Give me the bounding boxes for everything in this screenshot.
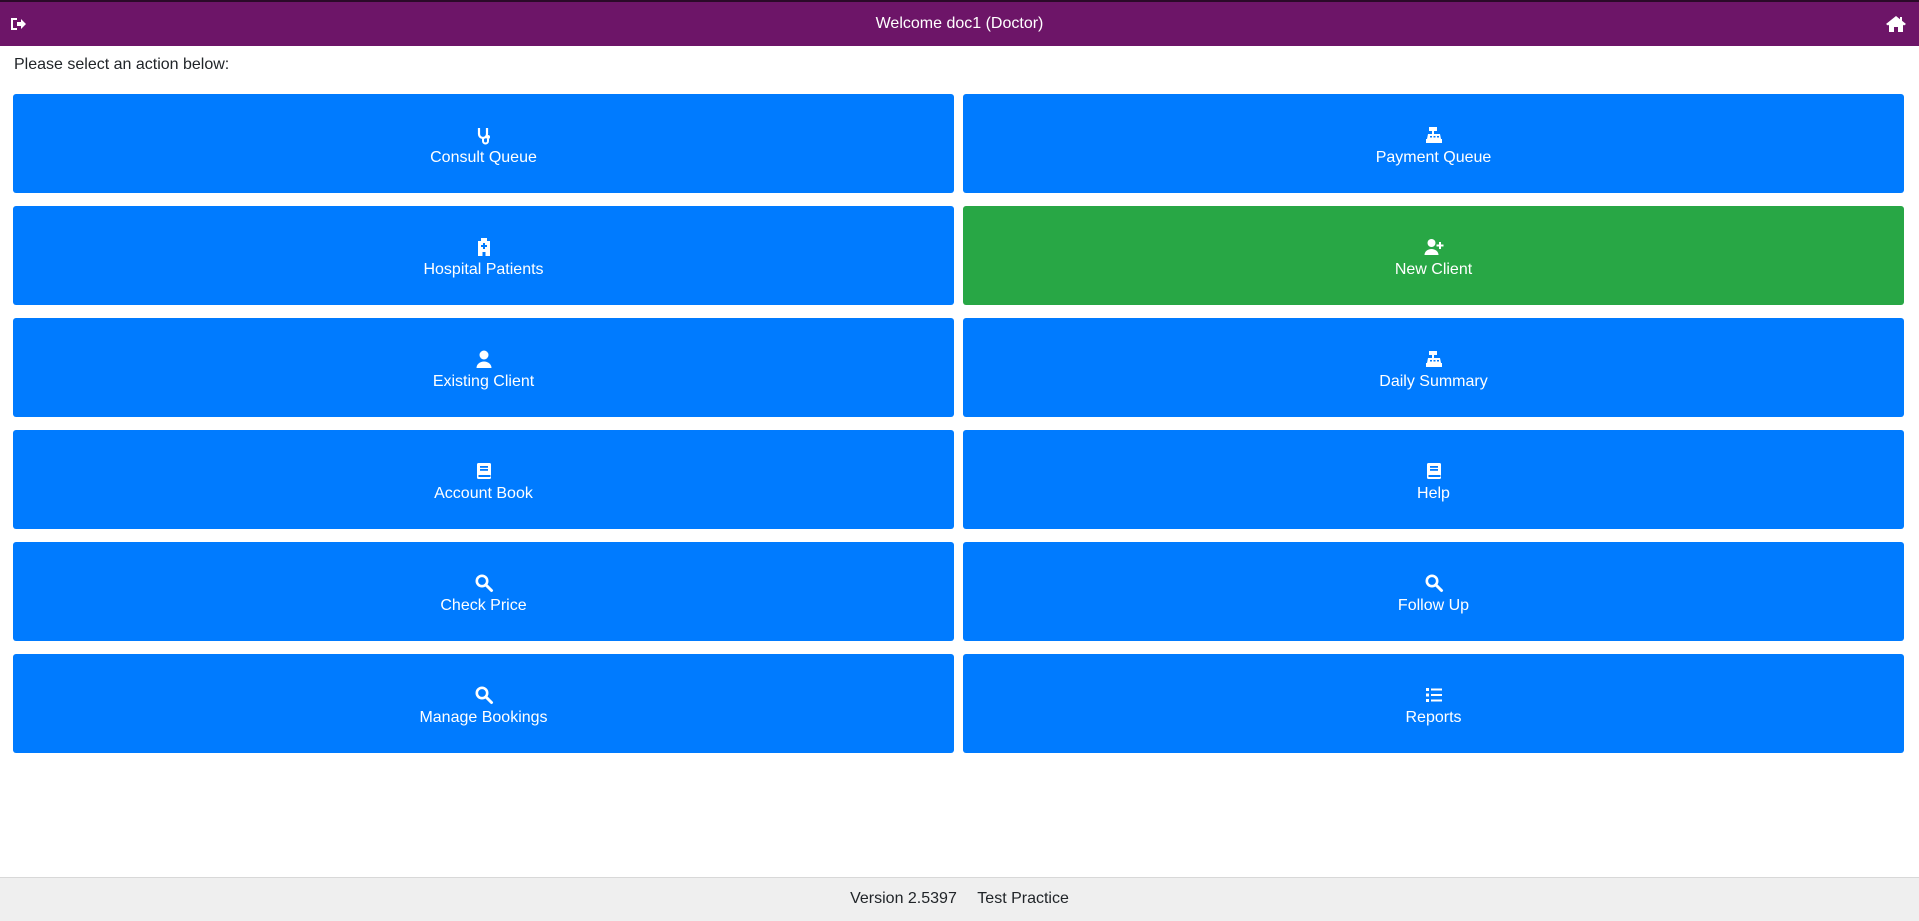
manage-bookings-label: Manage Bookings	[419, 709, 548, 726]
consult-queue-label: Consult Queue	[430, 149, 537, 166]
cash-register-icon	[1424, 349, 1444, 369]
daily-summary-button[interactable]: Daily Summary	[963, 318, 1904, 417]
consult-queue-button[interactable]: Consult Queue	[13, 94, 954, 193]
book-icon	[1424, 461, 1444, 481]
list-icon	[1424, 685, 1444, 705]
payment-queue-button[interactable]: Payment Queue	[963, 94, 1904, 193]
cash-register-icon	[1424, 125, 1444, 145]
help-button[interactable]: Help	[963, 430, 1904, 529]
stethoscope-icon	[474, 125, 494, 145]
check-price-button[interactable]: Check Price	[13, 542, 954, 641]
home-icon[interactable]	[1885, 14, 1907, 34]
manage-bookings-button[interactable]: Manage Bookings	[13, 654, 954, 753]
account-book-button[interactable]: Account Book	[13, 430, 954, 529]
new-client-button[interactable]: New Client	[963, 206, 1904, 305]
welcome-title: Welcome doc1 (Doctor)	[875, 15, 1044, 32]
user-icon	[474, 349, 494, 369]
reports-label: Reports	[1405, 709, 1462, 726]
version-text: Version 2.5397	[850, 890, 957, 907]
existing-client-label: Existing Client	[432, 373, 535, 390]
search-icon	[1424, 573, 1444, 593]
reports-button[interactable]: Reports	[963, 654, 1904, 753]
check-price-label: Check Price	[440, 597, 527, 614]
footer: Version 2.5397 Test Practice	[0, 877, 1919, 921]
daily-summary-label: Daily Summary	[1379, 373, 1488, 390]
top-navbar: Welcome doc1 (Doctor)	[0, 0, 1919, 46]
user-plus-icon	[1424, 237, 1444, 257]
instruction-text: Please select an action below:	[14, 56, 230, 73]
follow-up-button[interactable]: Follow Up	[963, 542, 1904, 641]
payment-queue-label: Payment Queue	[1375, 149, 1492, 166]
new-client-label: New Client	[1394, 261, 1473, 278]
hospital-icon	[474, 237, 494, 257]
book-icon	[474, 461, 494, 481]
practice-name: Test Practice	[977, 890, 1069, 907]
search-icon	[474, 685, 494, 705]
hospital-patients-button[interactable]: Hospital Patients	[13, 206, 954, 305]
search-icon	[474, 573, 494, 593]
follow-up-label: Follow Up	[1397, 597, 1470, 614]
existing-client-button[interactable]: Existing Client	[13, 318, 954, 417]
account-book-label: Account Book	[434, 485, 533, 502]
action-grid: Consult Queue Payment Queue Hospital Pat…	[13, 94, 1906, 753]
hospital-patients-label: Hospital Patients	[423, 261, 544, 278]
help-label: Help	[1417, 485, 1450, 502]
